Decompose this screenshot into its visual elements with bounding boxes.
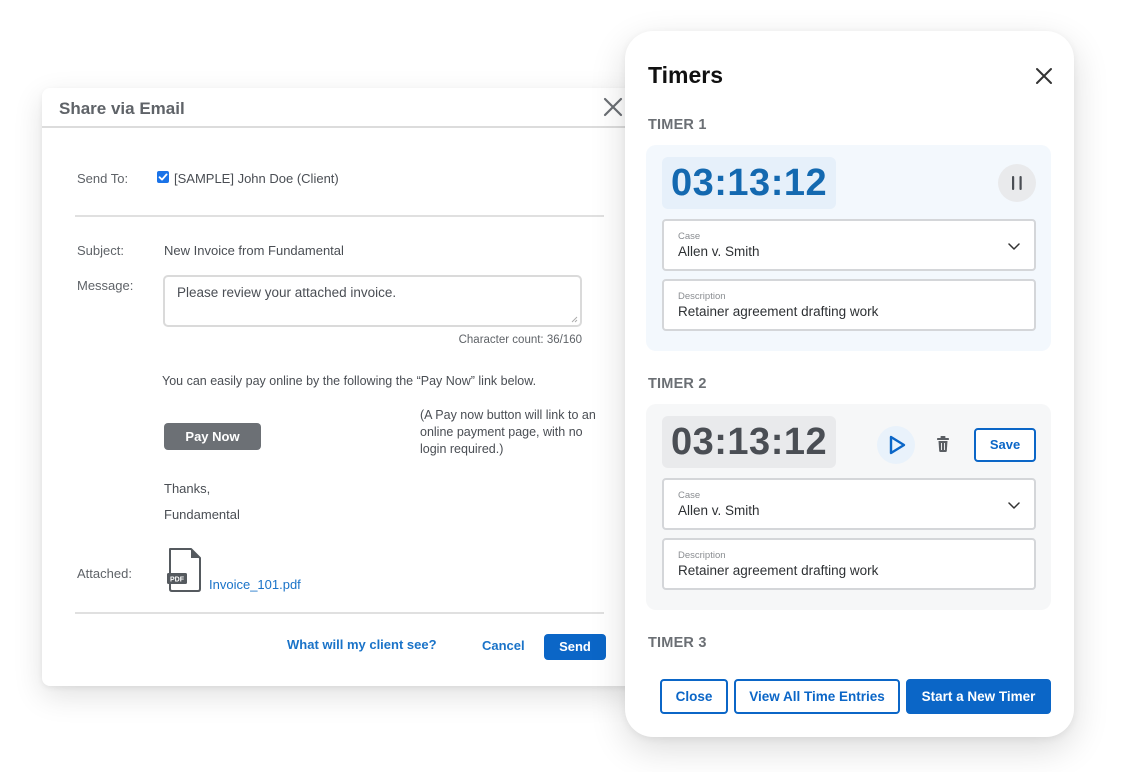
dialog-header: Share via Email [42, 88, 642, 128]
description-value: Retainer agreement drafting work [678, 563, 879, 578]
attached-label: Attached: [77, 566, 132, 581]
recipient-checkbox[interactable] [157, 171, 169, 183]
timer-2-time: 03:13:12 [662, 416, 837, 468]
pay-now-hint: (A Pay now button will link to an online… [420, 408, 596, 456]
character-count: Character count: 36/160 [458, 334, 582, 346]
description-label: Description [678, 550, 726, 561]
close-icon[interactable] [1035, 67, 1053, 85]
description-value: Retainer agreement drafting work [678, 304, 879, 319]
cancel-button[interactable]: Cancel [482, 638, 525, 653]
view-all-time-entries-button[interactable]: View All Time Entries [734, 679, 900, 714]
timer-1-card: 03:13:12 Case Allen v. Smith Description… [646, 145, 1051, 351]
dialog-title: Share via Email [59, 99, 185, 118]
description-label: Description [678, 291, 726, 302]
client-preview-link[interactable]: What will my client see? [287, 637, 437, 652]
timer-2-card: 03:13:12 Save Case Allen v. Smith Descri… [646, 404, 1051, 610]
timer-2-label: TIMER 2 [648, 376, 707, 392]
pause-icon [1012, 176, 1022, 190]
subject-label: Subject: [77, 243, 124, 258]
close-icon[interactable] [602, 96, 624, 118]
message-text: Please review your attached invoice. [177, 285, 397, 300]
timer-1-case-select[interactable]: Case Allen v. Smith [662, 219, 1036, 271]
divider [75, 215, 604, 217]
pay-now-button[interactable]: Pay Now [164, 423, 261, 450]
send-to-label: Send To: [77, 171, 129, 186]
attachment-link[interactable]: Invoice_101.pdf [209, 577, 301, 592]
signature-text: Fundamental [164, 507, 240, 522]
panel-title: Timers [648, 62, 724, 88]
pause-button[interactable] [998, 164, 1036, 202]
case-label: Case [678, 231, 701, 242]
close-button[interactable]: Close [660, 679, 728, 714]
timer-1-label: TIMER 1 [648, 117, 707, 133]
pay-online-note: You can easily pay online by the followi… [162, 374, 537, 388]
timer-3-label: TIMER 3 [648, 635, 707, 651]
chevron-down-icon [1008, 500, 1020, 510]
divider [75, 612, 604, 614]
start-new-timer-button[interactable]: Start a New Timer [906, 679, 1051, 714]
recipient-label[interactable]: [SAMPLE] John Doe (Client) [174, 171, 339, 186]
trash-icon [937, 436, 949, 452]
timer-1-description-field[interactable]: Description Retainer agreement drafting … [662, 279, 1036, 331]
save-button[interactable]: Save [974, 428, 1036, 462]
subject-value: New Invoice from Fundamental [164, 243, 344, 258]
pdf-file-icon[interactable]: PDF [167, 547, 203, 593]
pdf-badge: PDF [170, 577, 185, 584]
case-value: Allen v. Smith [678, 503, 760, 518]
timer-1-time: 03:13:12 [662, 157, 837, 209]
message-label: Message: [77, 278, 134, 293]
share-via-email-dialog: Share via Email Send To: [SAMPLE] John D… [42, 88, 642, 686]
play-icon [889, 435, 906, 455]
case-value: Allen v. Smith [678, 244, 760, 259]
timers-panel: Timers TIMER 1 03:13:12 Case Allen v. Sm… [625, 31, 1074, 737]
resize-grip-icon[interactable] [571, 316, 578, 323]
send-button[interactable]: Send [544, 634, 606, 660]
thanks-text: Thanks, [164, 481, 211, 496]
message-textarea[interactable]: Please review your attached invoice. [163, 275, 582, 327]
chevron-down-icon [1008, 241, 1020, 251]
timer-2-case-select[interactable]: Case Allen v. Smith [662, 478, 1036, 530]
delete-button[interactable] [935, 435, 951, 453]
case-label: Case [678, 490, 701, 501]
play-button[interactable] [877, 426, 915, 464]
timer-2-description-field[interactable]: Description Retainer agreement drafting … [662, 538, 1036, 590]
